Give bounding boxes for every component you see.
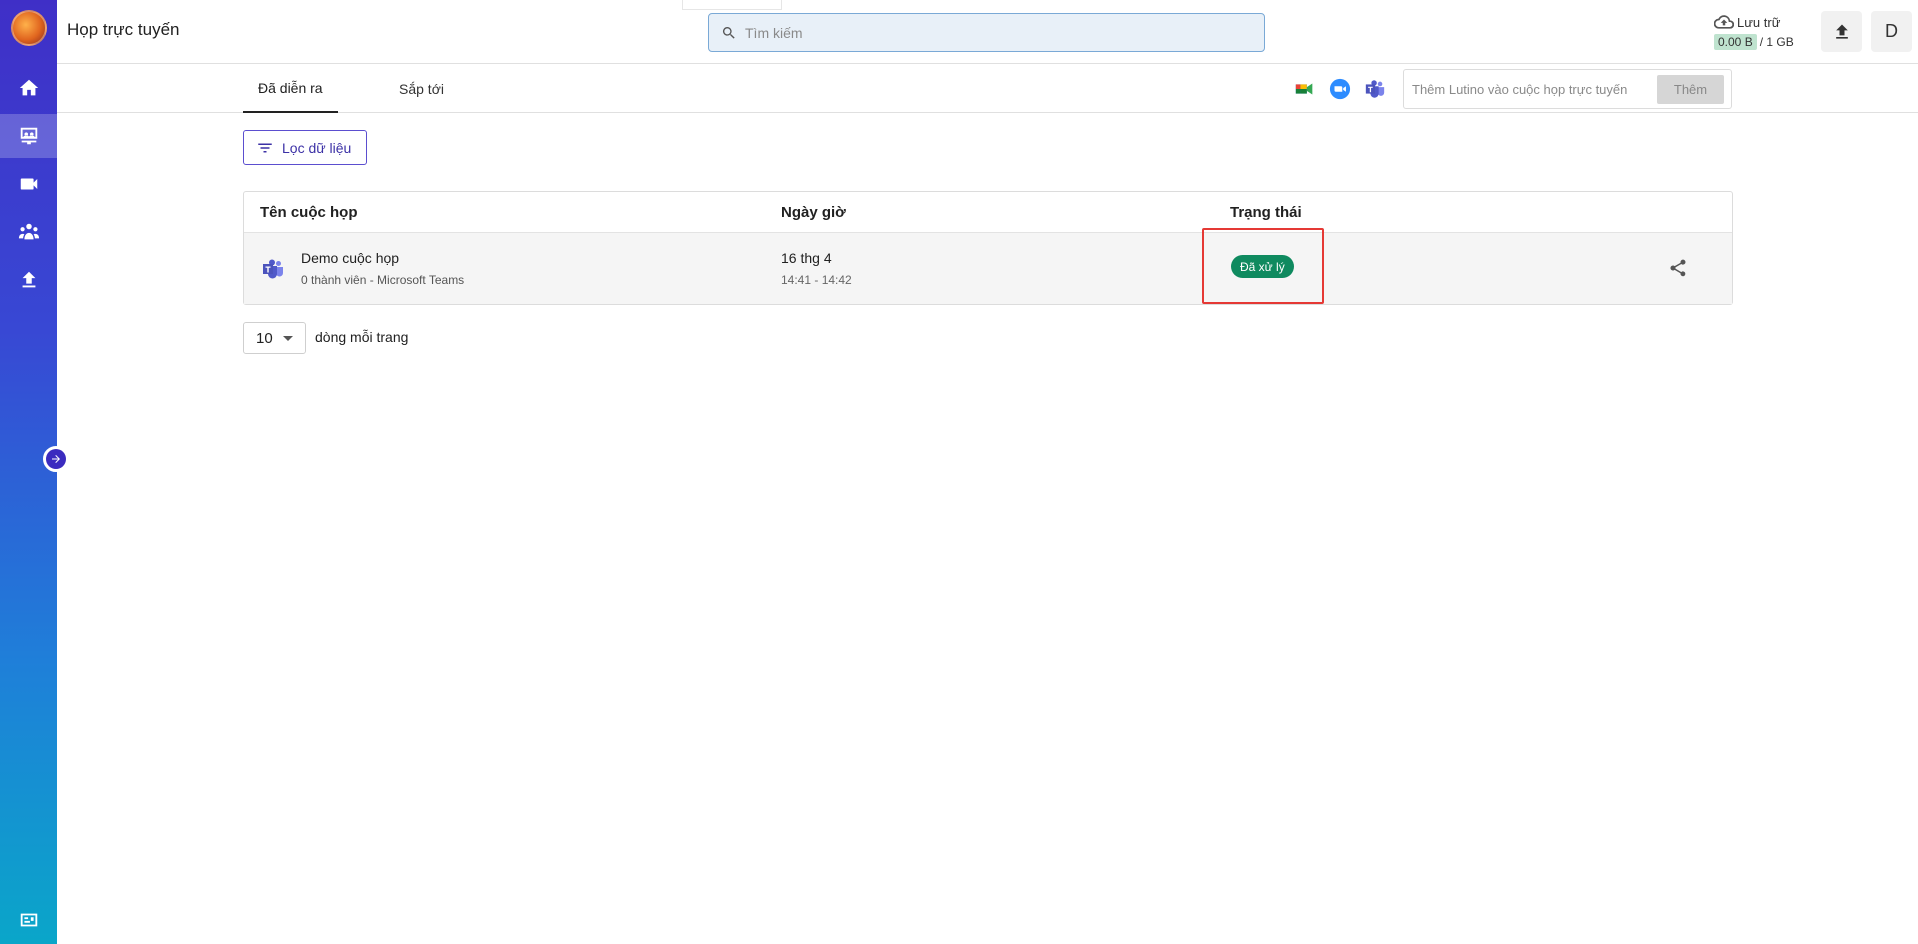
table-header: Tên cuộc họp Ngày giờ Trạng thái bbox=[244, 192, 1732, 233]
video-camera-icon bbox=[20, 178, 37, 190]
meeting-subtitle: 0 thành viên - Microsoft Teams bbox=[301, 273, 465, 287]
share-button[interactable] bbox=[1668, 258, 1688, 278]
storage-label: Lưu trữ bbox=[1737, 14, 1781, 30]
column-header-datetime[interactable]: Ngày giờ bbox=[781, 204, 846, 221]
tab-label: Đã diễn ra bbox=[258, 80, 323, 96]
tab-past[interactable]: Đã diễn ra bbox=[243, 65, 338, 113]
top-divider bbox=[682, 0, 782, 10]
sidebar-item-upload[interactable] bbox=[0, 258, 57, 302]
tab-bar: Đã diễn ra Sắp tới Thêm bbox=[57, 65, 1918, 113]
meeting-icon bbox=[20, 127, 37, 145]
upload-icon bbox=[1835, 24, 1848, 39]
tab-label: Sắp tới bbox=[399, 81, 444, 97]
sidebar bbox=[0, 0, 57, 944]
storage-indicator[interactable]: Lưu trữ 0.00 B / 1 GB bbox=[1714, 12, 1814, 50]
app-logo[interactable] bbox=[11, 10, 47, 46]
microsoft-teams-icon bbox=[263, 259, 283, 279]
page-title: Họp trực tuyến bbox=[67, 20, 180, 39]
microsoft-teams-icon[interactable] bbox=[1364, 78, 1386, 100]
top-bar: Họp trực tuyến Lưu trữ 0.00 B / 1 GB D bbox=[57, 0, 1918, 64]
storage-used: 0.00 B bbox=[1714, 34, 1757, 50]
arrow-right-icon bbox=[52, 455, 60, 463]
sidebar-item-video[interactable] bbox=[0, 162, 57, 206]
filter-icon bbox=[258, 143, 272, 152]
search-box[interactable] bbox=[708, 13, 1265, 52]
sidebar-item-billing[interactable] bbox=[0, 900, 57, 940]
status-highlight-box bbox=[1202, 228, 1324, 304]
meeting-name[interactable]: Demo cuộc họp bbox=[301, 250, 399, 266]
group-icon bbox=[18, 223, 39, 240]
meeting-link-input[interactable] bbox=[1412, 81, 1654, 97]
filter-button[interactable]: Lọc dữ liệu bbox=[243, 130, 367, 165]
share-icon bbox=[1670, 259, 1686, 277]
zoom-icon[interactable] bbox=[1329, 78, 1351, 100]
upload-button[interactable] bbox=[1821, 11, 1862, 52]
upload-icon bbox=[22, 271, 35, 288]
add-bot-box: Thêm bbox=[1403, 69, 1732, 109]
avatar: D bbox=[1885, 21, 1898, 41]
google-meet-icon[interactable] bbox=[1294, 78, 1316, 100]
id-card-icon bbox=[20, 913, 37, 927]
rows-per-page-label: dòng mỗi trang bbox=[315, 329, 409, 345]
chevron-down-icon bbox=[283, 336, 293, 341]
sidebar-item-home[interactable] bbox=[0, 66, 57, 110]
rows-per-page-select[interactable]: 10 bbox=[243, 322, 306, 354]
sidebar-item-groups[interactable] bbox=[0, 210, 57, 254]
add-bot-button[interactable]: Thêm bbox=[1657, 75, 1724, 104]
meeting-time: 14:41 - 14:42 bbox=[781, 273, 852, 287]
search-icon bbox=[722, 26, 735, 39]
home-icon bbox=[19, 79, 38, 96]
meetings-table: Tên cuộc họp Ngày giờ Trạng thái Demo cu… bbox=[243, 191, 1733, 305]
filter-label: Lọc dữ liệu bbox=[282, 139, 352, 156]
column-header-status[interactable]: Trạng thái bbox=[1230, 204, 1302, 221]
rows-per-page-value: 10 bbox=[256, 329, 273, 347]
storage-total: / 1 GB bbox=[1759, 35, 1794, 49]
meeting-date: 16 thg 4 bbox=[781, 250, 832, 266]
column-header-name[interactable]: Tên cuộc họp bbox=[260, 204, 358, 221]
table-row[interactable]: Demo cuộc họp 0 thành viên - Microsoft T… bbox=[244, 233, 1732, 304]
tab-upcoming[interactable]: Sắp tới bbox=[395, 65, 448, 113]
user-avatar-button[interactable]: D bbox=[1871, 11, 1912, 52]
sidebar-item-meetings[interactable] bbox=[0, 114, 57, 158]
search-input[interactable] bbox=[745, 24, 1225, 41]
cloud-upload-icon bbox=[1714, 15, 1734, 29]
sidebar-expand-button[interactable] bbox=[43, 446, 69, 472]
